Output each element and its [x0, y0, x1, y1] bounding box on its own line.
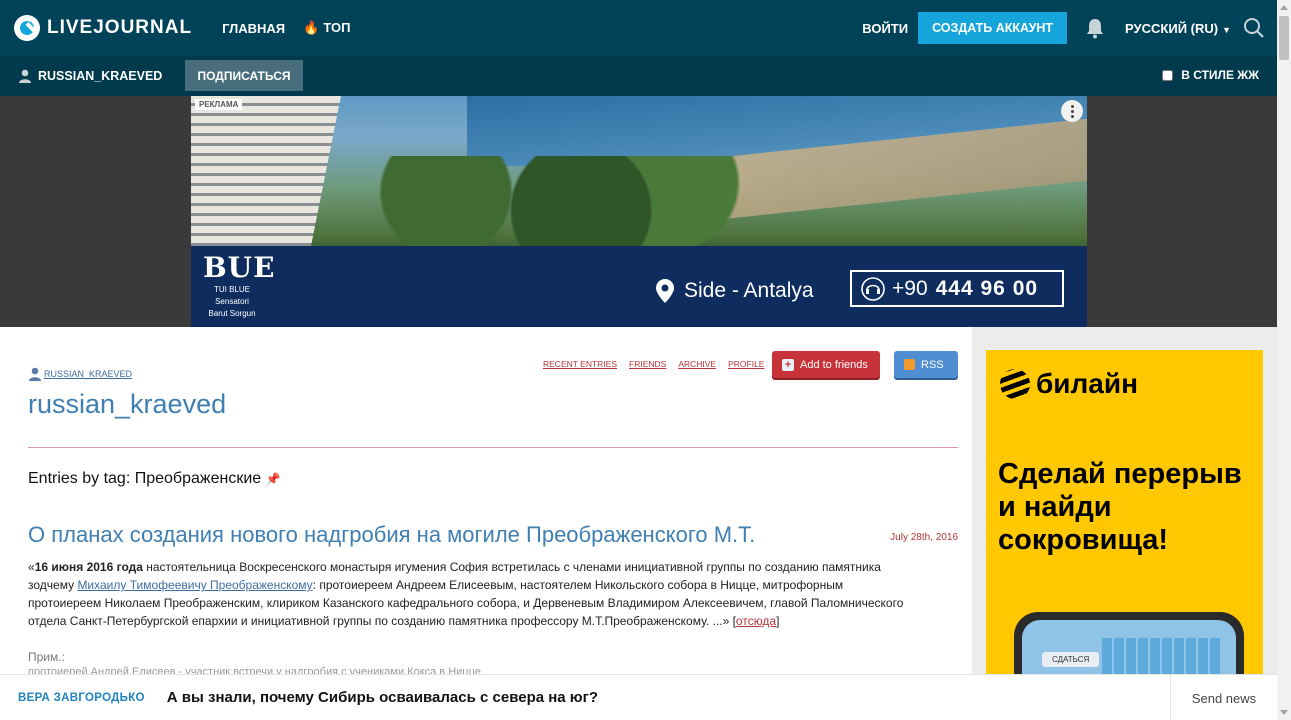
nav-home[interactable]: ГЛАВНАЯ	[222, 21, 285, 36]
send-news-button[interactable]: Send news	[1170, 675, 1277, 720]
language-label: РУССКИЙ (RU)	[1125, 20, 1219, 36]
banner-ad-area: BUE TUI BLUE Sensatori Barut Sorgun Side…	[0, 96, 1277, 327]
divider	[28, 447, 958, 448]
add-to-friends-label: Add to friends	[800, 358, 868, 371]
tag-heading-text: Entries by tag: Преображенские	[28, 470, 262, 487]
logo-text: LIVEJOURNAL	[47, 17, 193, 38]
post-title[interactable]: О планах создания нового надгробия на мо…	[28, 522, 755, 548]
link-profile[interactable]: PROFILE	[728, 359, 764, 369]
post-source-link[interactable]: отсюда	[736, 614, 776, 628]
news-title[interactable]: А вы знали, почему Сибирь осваивалась с …	[167, 689, 598, 706]
bell-icon[interactable]	[1085, 17, 1105, 39]
post-date[interactable]: July 28th, 2016	[890, 532, 958, 543]
ad-phone-number: 444 96 00	[935, 276, 1039, 300]
ad-phone-box: +90 444 96 00	[850, 270, 1064, 307]
ad-brand-line3: Barut Sorgun	[208, 309, 256, 318]
link-recent-entries[interactable]: RECENT ENTRIES	[543, 359, 617, 369]
ad-location: Side - Antalya	[656, 279, 814, 303]
livejournal-logo[interactable]: LIVEJOURNAL	[14, 15, 192, 41]
scroll-up-arrow[interactable]	[1280, 5, 1288, 10]
game-grid	[1102, 638, 1222, 678]
beeline-logo: билайн	[1000, 368, 1138, 400]
ad-trees-image	[311, 156, 761, 246]
ad-label: РЕКЛАМА	[195, 99, 243, 110]
ad-location-text: Side - Antalya	[684, 279, 814, 302]
top-navbar: LIVEJOURNAL ГЛАВНАЯ 🔥 ТОП ВОЙТИ СОЗДАТЬ А…	[0, 0, 1277, 56]
news-bar: ВЕРА ЗАВГОРОДЬКО А вы знали, почему Сиби…	[0, 674, 1277, 720]
lj-style-label: В СТИЛЕ ЖЖ	[1181, 68, 1259, 82]
beeline-logo-icon	[1000, 369, 1030, 399]
lj-style-checkbox[interactable]	[1162, 69, 1174, 81]
link-archive[interactable]: ARCHIVE	[678, 359, 716, 369]
ad-brand-line2: Sensatori	[215, 297, 249, 306]
banner-ad[interactable]: BUE TUI BLUE Sensatori Barut Sorgun Side…	[191, 96, 1087, 327]
headset-icon	[861, 276, 885, 301]
post-note-label: Прим.:	[28, 650, 65, 664]
post-quote-open: «	[28, 560, 35, 574]
add-to-friends-button[interactable]: + Add to friends	[772, 351, 880, 378]
nav-top-label: ТОП	[323, 20, 351, 35]
rss-label: RSS	[921, 358, 944, 371]
post-note-text: протоиерей Андрей Елисеев - участник вст…	[28, 666, 481, 674]
lj-style-toggle[interactable]: В СТИЛЕ ЖЖ	[1162, 68, 1259, 82]
language-selector[interactable]: РУССКИЙ (RU) ▼	[1125, 21, 1231, 36]
journal-owner[interactable]: RUSSIAN_KRAEVED	[28, 367, 132, 381]
nav-top[interactable]: 🔥 ТОП	[303, 20, 350, 36]
search-icon[interactable]	[1243, 17, 1265, 39]
pin-icon: 📌	[265, 472, 281, 486]
journal-owner-link[interactable]: RUSSIAN_KRAEVED	[44, 369, 132, 379]
map-pin-icon	[656, 279, 674, 303]
user-icon	[19, 69, 31, 83]
ad-brand-line1: TUI BLUE	[213, 285, 250, 294]
sidebar-ad[interactable]: билайн Сделай перерыв и найди сокровища!…	[986, 350, 1263, 680]
ad-brand-logo: BUE TUI BLUE Sensatori Barut Sorgun	[203, 251, 276, 320]
livejournal-logo-icon	[14, 15, 40, 41]
rss-icon	[904, 359, 915, 370]
link-friends[interactable]: FRIENDS	[629, 359, 666, 369]
sidebar: билайн Сделай перерыв и найди сокровища!…	[972, 327, 1277, 680]
journal-nav: RECENT ENTRIES FRIENDS ARCHIVE PROFILE	[543, 359, 764, 369]
journal-subbar: RUSSIAN_KRAEVED ПОДПИСАТЬСЯ В СТИЛЕ ЖЖ	[0, 56, 1277, 96]
post-person-link[interactable]: Михаилу Тимофеевичу Преображенскому	[77, 578, 312, 592]
tag-heading: Entries by tag: Преображенские 📌	[28, 470, 281, 488]
user-icon	[29, 367, 41, 381]
scroll-thumb[interactable]	[1279, 16, 1289, 60]
post-date-bold: 16 июня 2016 года	[34, 560, 143, 574]
post-bracket-close: ]	[776, 614, 780, 628]
post-body: «16 июня 2016 года настоятельница Воскре…	[28, 558, 918, 630]
chevron-down-icon: ▼	[1222, 24, 1231, 35]
phone-screen: СДАТЬСЯ	[1022, 620, 1236, 680]
plus-icon: +	[782, 358, 794, 371]
subscribe-button[interactable]: ПОДПИСАТЬСЯ	[185, 60, 303, 91]
create-account-button[interactable]: СОЗДАТЬ АККАУНТ	[918, 12, 1068, 44]
login-link[interactable]: ВОЙТИ	[862, 21, 908, 36]
beeline-brand: билайн	[1036, 368, 1138, 399]
game-button: СДАТЬСЯ	[1042, 652, 1100, 667]
phone-image: СДАТЬСЯ	[1014, 612, 1244, 680]
sidebar-ad-headline: Сделай перерыв и найди сокровища!	[998, 458, 1242, 556]
journal-title[interactable]: russian_kraeved	[28, 389, 226, 420]
journal-main: RUSSIAN_KRAEVED russian_kraeved RECENT E…	[0, 327, 972, 674]
scroll-down-arrow[interactable]	[1280, 710, 1288, 715]
news-author[interactable]: ВЕРА ЗАВГОРОДЬКО	[18, 692, 145, 704]
flame-icon: 🔥	[303, 20, 320, 35]
ad-brand-mark: BUE	[203, 251, 276, 284]
ad-options-icon[interactable]	[1061, 100, 1083, 122]
rss-button[interactable]: RSS	[894, 351, 958, 378]
scrollbar[interactable]	[1277, 0, 1291, 720]
journal-username[interactable]: RUSSIAN_KRAEVED	[38, 69, 162, 83]
ad-phone-prefix: +90	[892, 276, 928, 300]
